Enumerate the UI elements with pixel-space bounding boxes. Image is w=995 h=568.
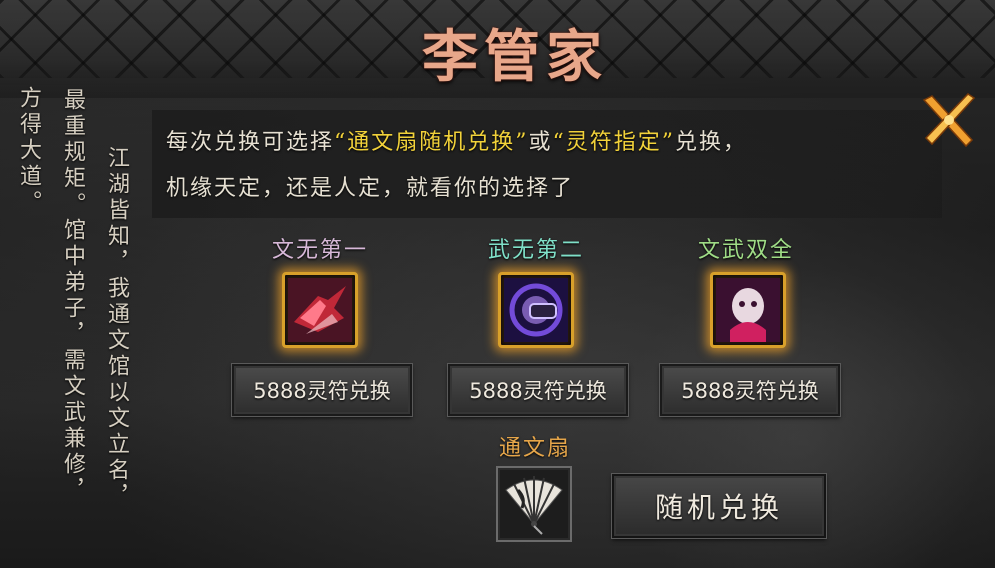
random-exchange-button[interactable]: 随机兑换 xyxy=(611,473,827,539)
description-text: 每次兑换可选择 xyxy=(166,130,335,155)
fan-title: 通文扇 xyxy=(498,436,571,461)
description-line-1: 每次兑换可选择“通文扇随机兑换”或“灵符指定”兑换， xyxy=(166,124,747,156)
item-title-wenwudiyi: 文无第一 xyxy=(271,238,368,263)
folding-fan-icon xyxy=(505,476,563,535)
mask-skill-icon xyxy=(716,278,780,342)
item-slot-3[interactable] xyxy=(710,272,786,348)
exchange-panel: 李管家 方得大道。 最重规矩。馆中弟子，需文武兼修， 江湖皆知，我通文馆以文立名… xyxy=(0,0,995,568)
npc-title: 李管家 xyxy=(422,24,608,90)
close-icon[interactable] xyxy=(918,90,980,150)
item-title-wenwushuangquan: 文武双全 xyxy=(697,238,794,263)
exchange-button-item-3[interactable]: 5888灵符兑换 xyxy=(659,363,841,417)
talisman-option-highlight: “灵符指定” xyxy=(552,130,676,155)
story-text-column-3: 江湖皆知，我通文馆以文立名， xyxy=(104,146,129,510)
fan-option-highlight: “通文扇随机兑换” xyxy=(334,130,529,155)
description-line-2: 机缘天定，还是人定，就看你的选择了 xyxy=(166,176,575,201)
story-text-column-1: 方得大道。 xyxy=(16,86,41,216)
exchange-button-item-2[interactable]: 5888灵符兑换 xyxy=(447,363,629,417)
item-slot-1[interactable] xyxy=(282,272,358,348)
description-text: 或 xyxy=(528,130,553,155)
fan-slot[interactable] xyxy=(496,466,572,542)
item-slot-2[interactable] xyxy=(498,272,574,348)
story-text-column-2: 最重规矩。馆中弟子，需文武兼修， xyxy=(60,88,85,504)
description-text: 兑换， xyxy=(675,130,748,155)
exchange-button-item-1[interactable]: 5888灵符兑换 xyxy=(231,363,413,417)
purple-fist-skill-icon xyxy=(504,278,568,342)
crimson-blade-skill-icon xyxy=(288,278,352,342)
item-title-wuwudier: 武无第二 xyxy=(487,238,584,263)
